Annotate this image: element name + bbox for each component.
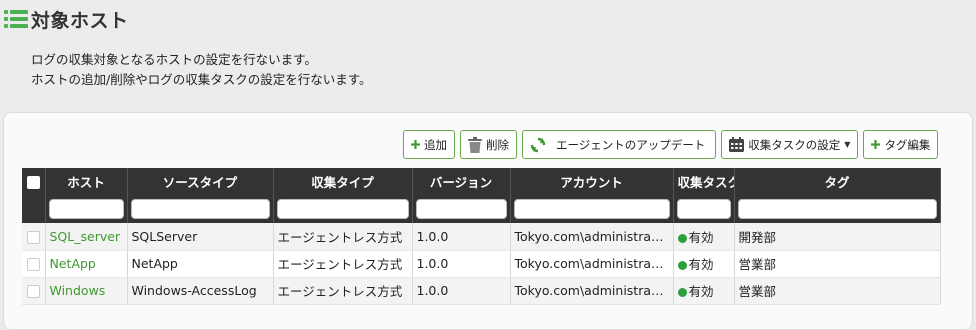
- version-cell: 1.0.0: [412, 277, 511, 305]
- filter-cell: [734, 195, 941, 223]
- task-settings-button-label: 収集タスクの設定: [748, 137, 841, 152]
- filter-collect-type-input[interactable]: [276, 199, 409, 219]
- page-description: ログの収集対象となるホストの設定を行ないます。 ホストの追加/削除やログの収集タ…: [31, 50, 371, 90]
- task-status: 有効: [688, 257, 714, 272]
- tag-edit-button[interactable]: タグ編集: [863, 130, 939, 159]
- filter-spacer: [22, 195, 46, 223]
- select-all-checkbox[interactable]: [26, 176, 40, 189]
- column-header-collect-type[interactable]: 収集タイプ: [273, 168, 413, 195]
- task-status: 有効: [688, 284, 714, 299]
- host-cell: NetApp: [45, 250, 128, 278]
- task-cell: 有効: [673, 277, 735, 305]
- task-cell: 有効: [673, 250, 735, 278]
- refresh-icon: [530, 137, 546, 153]
- row-checkbox[interactable]: [26, 230, 40, 244]
- task-status: 有効: [688, 229, 714, 245]
- update-agent-button-label: エージェントのアップデート: [556, 137, 706, 152]
- hosts-table: ホスト ソースタイプ 収集タイプ バージョン アカウント 収集タスク タグ SQ…: [22, 168, 941, 305]
- row-checkbox[interactable]: [26, 258, 40, 271]
- task-cell: 有効: [673, 223, 735, 251]
- column-header-version[interactable]: バージョン: [412, 168, 511, 195]
- column-header-tag[interactable]: タグ: [734, 168, 941, 195]
- column-header-host[interactable]: ホスト: [45, 168, 128, 195]
- filter-cell: [273, 195, 413, 223]
- filter-cell: [412, 195, 511, 223]
- filter-tag-input[interactable]: [737, 199, 937, 219]
- column-header-account[interactable]: アカウント: [510, 168, 674, 195]
- row-checkbox[interactable]: [26, 285, 40, 298]
- filter-host-input[interactable]: [48, 199, 124, 219]
- host-cell: SQL_server: [45, 223, 128, 251]
- toolbar: 追加 削除 エージェントのアップデート 収集タスクの設定 ▼ タグ編集: [403, 130, 939, 159]
- tag-cell: 営業部: [734, 277, 941, 305]
- row-select-cell: [22, 223, 46, 251]
- description-line: ログの収集対象となるホストの設定を行ないます。: [31, 52, 317, 67]
- table-row[interactable]: NetApp NetApp エージェントレス方式 1.0.0 Tokyo.com…: [22, 250, 941, 278]
- update-agent-button[interactable]: エージェントのアップデート: [522, 130, 717, 159]
- filter-row: [22, 195, 941, 223]
- collect-type-cell: エージェントレス方式: [273, 277, 413, 305]
- filter-account-input[interactable]: [513, 199, 670, 219]
- plus-icon: [871, 140, 881, 149]
- source-type-cell: Windows-AccessLog: [127, 277, 274, 305]
- table-row[interactable]: Windows Windows-AccessLog エージェントレス方式 1.0…: [22, 277, 941, 305]
- select-all-cell: [22, 168, 46, 195]
- account-cell: Tokyo.com\administra…: [510, 250, 674, 278]
- tag-cell: 営業部: [734, 250, 941, 278]
- filter-version-input[interactable]: [415, 199, 507, 219]
- delete-button-label: 削除: [486, 137, 509, 152]
- host-cell: Windows: [45, 277, 128, 305]
- add-button[interactable]: 追加: [403, 130, 455, 159]
- row-select-cell: [22, 277, 46, 305]
- header-row: ホスト ソースタイプ 収集タイプ バージョン アカウント 収集タスク タグ: [22, 168, 941, 195]
- trash-icon: [468, 136, 482, 153]
- task-settings-button[interactable]: 収集タスクの設定 ▼: [721, 130, 859, 159]
- plus-icon: [411, 140, 420, 149]
- filter-cell: [45, 195, 128, 223]
- page-title: 対象ホスト: [31, 9, 129, 32]
- row-select-cell: [22, 250, 46, 278]
- add-button-label: 追加: [424, 137, 447, 152]
- column-header-task[interactable]: 収集タスク: [673, 168, 735, 195]
- table-row[interactable]: SQL_server SQLServer エージェントレス方式 1.0.0 To…: [22, 223, 941, 251]
- collect-type-cell: エージェントレス方式: [273, 250, 413, 278]
- status-dot-icon: [677, 261, 687, 270]
- host-link[interactable]: SQL_server: [50, 229, 121, 244]
- filter-source-type-input[interactable]: [130, 199, 270, 219]
- delete-button[interactable]: 削除: [460, 130, 517, 159]
- tag-cell: 開発部: [734, 223, 941, 251]
- source-type-cell: NetApp: [127, 250, 274, 278]
- list-icon: [4, 10, 28, 28]
- version-cell: 1.0.0: [412, 250, 511, 278]
- source-type-cell: SQLServer: [127, 223, 274, 251]
- status-dot-icon: [677, 288, 687, 297]
- tag-edit-button-label: タグ編集: [884, 137, 931, 152]
- filter-task-input[interactable]: [676, 199, 731, 219]
- description-line: ホストの追加/削除やログの収集タスクの設定を行ないます。: [31, 72, 372, 87]
- filter-cell: [673, 195, 735, 223]
- calendar-icon: [729, 137, 745, 152]
- filter-cell: [510, 195, 674, 223]
- host-link[interactable]: NetApp: [50, 256, 96, 271]
- column-header-source-type[interactable]: ソースタイプ: [127, 168, 274, 195]
- account-cell: Tokyo.com\administra…: [510, 223, 674, 251]
- status-dot-icon: [677, 233, 687, 243]
- host-link[interactable]: Windows: [50, 283, 106, 298]
- version-cell: 1.0.0: [412, 223, 511, 251]
- account-cell: Tokyo.com\administra…: [510, 277, 674, 305]
- collect-type-cell: エージェントレス方式: [273, 223, 413, 251]
- caret-down-icon: ▼: [844, 140, 851, 149]
- filter-cell: [127, 195, 274, 223]
- page-header: 対象ホスト: [4, 6, 129, 32]
